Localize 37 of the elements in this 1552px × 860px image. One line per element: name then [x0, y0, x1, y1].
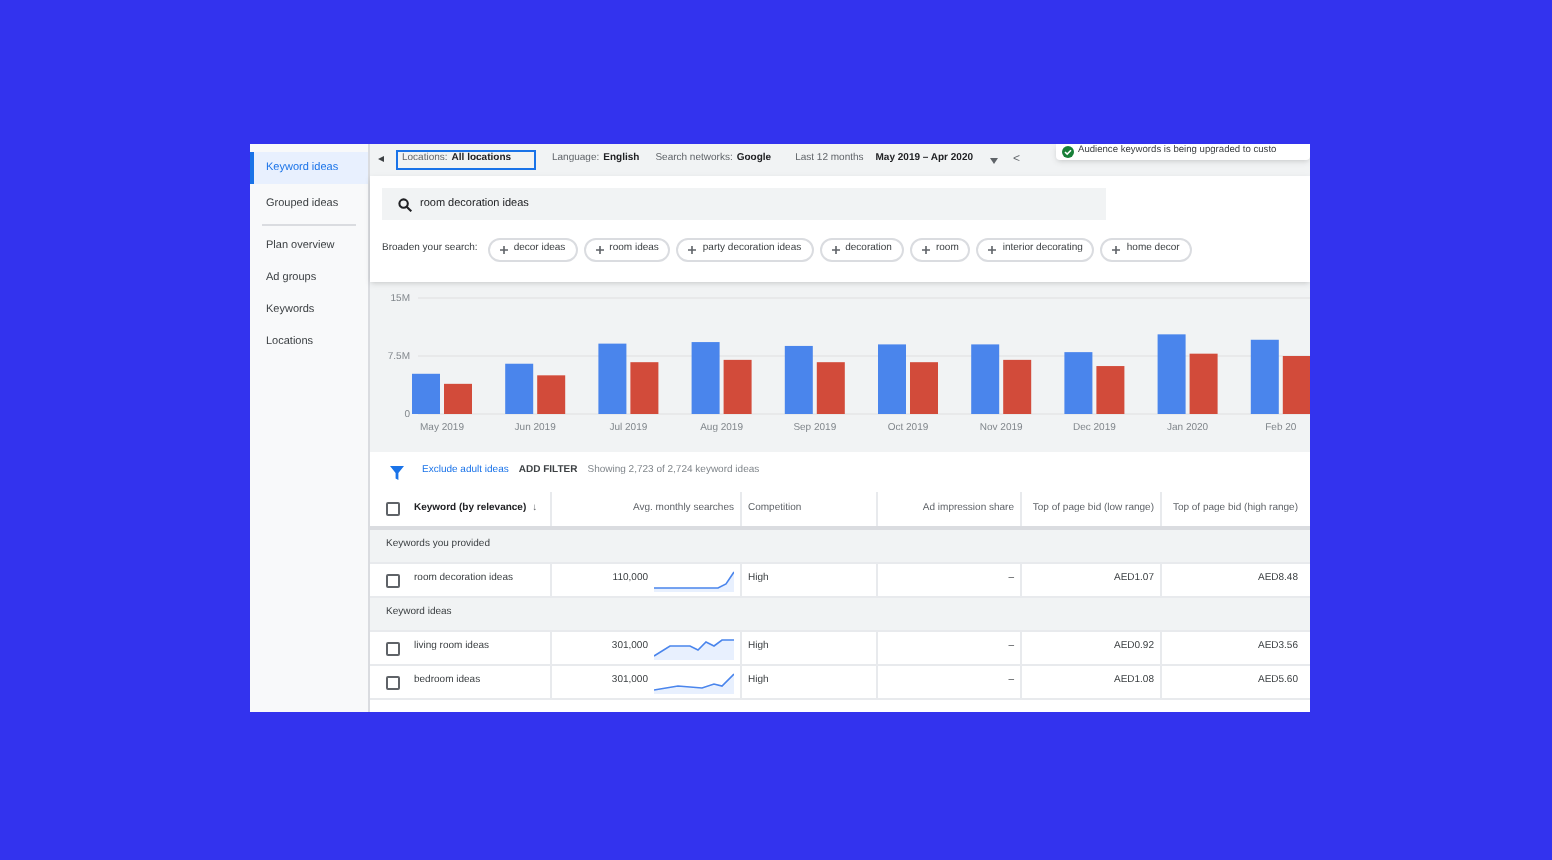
bar: [1096, 366, 1125, 414]
bar: [878, 344, 906, 414]
bar: [1282, 356, 1310, 414]
bar: [537, 375, 566, 414]
plus-icon: [831, 246, 840, 254]
bar: [784, 345, 813, 414]
bar: [598, 343, 627, 414]
trend-sparkline: [654, 636, 734, 660]
plus-icon: [921, 246, 930, 254]
bar: [444, 383, 472, 414]
bar: [1003, 359, 1032, 414]
trend-sparkline: [654, 670, 734, 694]
bar: [971, 344, 1000, 414]
search-icon: [398, 197, 412, 211]
plus-icon: [688, 246, 697, 254]
row-checkbox[interactable]: [386, 675, 400, 689]
bar: [1064, 352, 1093, 414]
bar: [816, 362, 845, 414]
bar: [723, 359, 752, 414]
plus-icon: [988, 246, 997, 254]
filter-icon[interactable]: [390, 465, 404, 479]
plus-icon: [499, 246, 508, 254]
bar: [505, 363, 534, 414]
bar: [1250, 339, 1279, 414]
select-all-checkbox[interactable]: [386, 502, 400, 516]
row-checkbox[interactable]: [386, 573, 400, 587]
plus-icon: [1112, 246, 1121, 254]
plus-icon: [595, 246, 604, 254]
trend-sparkline: [654, 568, 734, 592]
bar: [412, 373, 440, 414]
row-checkbox[interactable]: [386, 641, 400, 655]
bar: [630, 362, 659, 414]
bar: [1189, 353, 1218, 414]
bar: [910, 362, 938, 414]
bar: [691, 342, 720, 414]
dropdown-caret-icon: [989, 157, 998, 163]
bar: [1157, 334, 1186, 414]
